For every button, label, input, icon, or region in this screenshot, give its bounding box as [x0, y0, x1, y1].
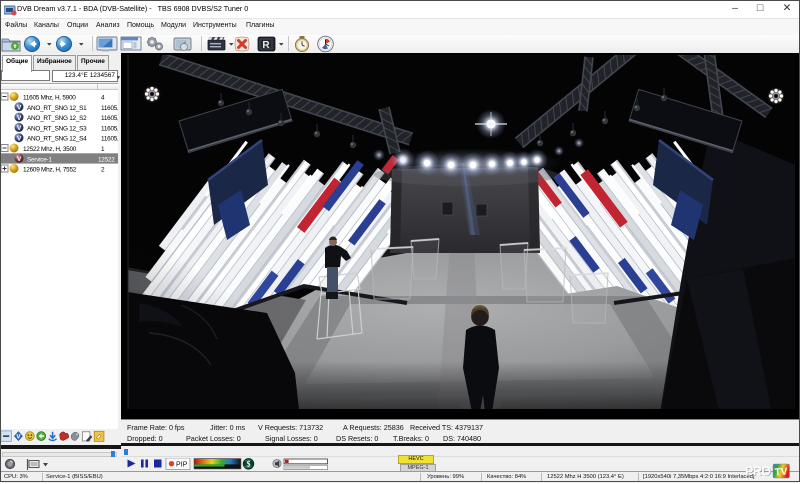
- svg-text:PRO: PRO: [745, 465, 771, 479]
- svg-text:TV: TV: [774, 467, 788, 479]
